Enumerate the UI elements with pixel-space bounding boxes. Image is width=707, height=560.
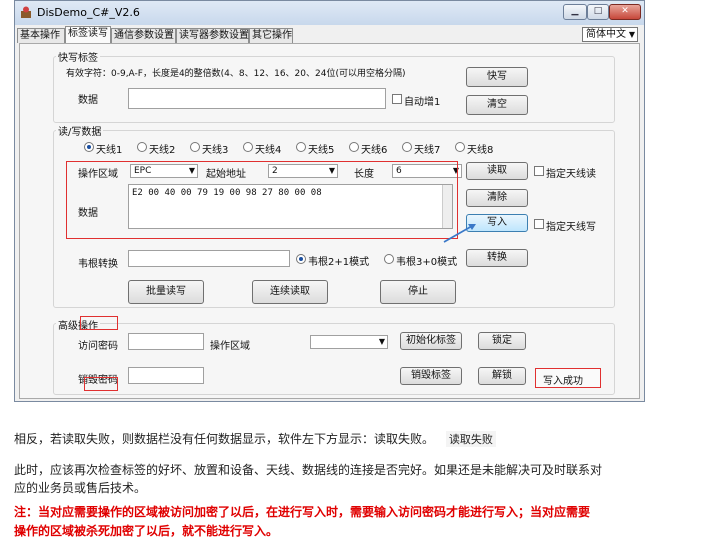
- arrow-icon: [443, 224, 476, 243]
- tab-other[interactable]: 其它操作: [249, 28, 293, 43]
- antenna-label-7: 天线7: [414, 145, 441, 156]
- paragraph-check-line2: 应的业务员或售后技术。: [14, 481, 147, 495]
- antenna-radio-5[interactable]: [296, 142, 306, 152]
- status-box: 写入成功: [535, 368, 601, 388]
- antenna-radio-6[interactable]: [349, 142, 359, 152]
- quick-write-hint: 有效字符：0-9,A-F，长度是4的整倍数(4、8、12、16、20、24位(可…: [66, 69, 406, 79]
- quick-data-input[interactable]: [128, 88, 386, 109]
- language-value: 简体中文: [586, 29, 626, 40]
- lock-button[interactable]: 锁定: [478, 332, 526, 350]
- batch-rw-button[interactable]: 批量读写: [128, 280, 204, 304]
- clear-data-button[interactable]: 清除: [466, 189, 528, 207]
- antenna-radio-1[interactable]: [84, 142, 94, 152]
- antenna-radio-4[interactable]: [243, 142, 253, 152]
- specify-antenna-read-checkbox[interactable]: [534, 166, 544, 176]
- stop-button[interactable]: 停止: [380, 280, 456, 304]
- read-button[interactable]: 读取: [466, 162, 528, 180]
- kill-tag-button[interactable]: 销毁标签: [400, 367, 462, 385]
- note-line1: 注：当对应需要操作的区域被访问加密了以后，在进行写入时，需要输入访问密码才能进行…: [14, 505, 591, 519]
- highlight-box-advanced: [80, 316, 118, 330]
- access-password-label: 访问密码: [78, 341, 118, 352]
- chevron-down-icon: ▼: [628, 30, 635, 39]
- antenna-label-5: 天线5: [308, 145, 335, 156]
- read-write-title: 读/写数据: [56, 123, 104, 138]
- auto-increment-label: 自动增1: [404, 97, 441, 108]
- paragraph-read-fail: 相反，若读取失败，则数据栏没有任何数据显示，软件左下方显示：读取失败。 读取失败: [14, 430, 496, 447]
- quick-write-button[interactable]: 快写: [466, 67, 528, 87]
- adv-area-label: 操作区域: [210, 341, 250, 352]
- highlight-box-kill: [84, 377, 118, 391]
- antenna-label-3: 天线3: [202, 145, 229, 156]
- maximize-button[interactable]: □: [587, 4, 609, 20]
- antenna-label-4: 天线4: [255, 145, 282, 156]
- highlight-box-rw: [66, 161, 458, 239]
- adv-area-select[interactable]: ▼: [310, 335, 388, 349]
- specify-antenna-write-checkbox[interactable]: [534, 219, 544, 229]
- antenna-label-6: 天线6: [361, 145, 388, 156]
- specify-antenna-write-label: 指定天线写: [546, 222, 596, 233]
- antenna-label-1: 天线1: [96, 145, 123, 156]
- tab-tag-rw[interactable]: 标签读写: [65, 26, 111, 44]
- wiegand-input[interactable]: [128, 250, 290, 267]
- unlock-button[interactable]: 解锁: [478, 367, 526, 385]
- antenna-radio-3[interactable]: [190, 142, 200, 152]
- specify-antenna-read-label: 指定天线读: [546, 169, 596, 180]
- window-title: DisDemo_C#_V2.6: [37, 6, 140, 19]
- write-status-text: 写入成功: [543, 376, 583, 387]
- quick-data-label: 数据: [78, 95, 98, 106]
- antenna-label-2: 天线2: [149, 145, 176, 156]
- antenna-radio-2[interactable]: [137, 142, 147, 152]
- minimize-button[interactable]: ▁: [563, 4, 587, 20]
- language-select[interactable]: 简体中文 ▼: [582, 27, 638, 42]
- wiegand-mode2-radio[interactable]: [384, 254, 394, 264]
- tab-panel: 快写标签 有效字符：0-9,A-F，长度是4的整倍数(4、8、12、16、20、…: [19, 43, 640, 399]
- quick-clear-button[interactable]: 清空: [466, 95, 528, 115]
- antenna-radio-8[interactable]: [455, 142, 465, 152]
- tab-strip: 基本操作 标签读写 通信参数设置 读写器参数设置 其它操作: [15, 25, 644, 44]
- paragraph-read-fail-text: 相反，若读取失败，则数据栏没有任何数据显示，软件左下方显示：读取失败。: [14, 432, 435, 446]
- access-password-input[interactable]: [128, 333, 204, 350]
- app-screenshot: DisDemo_C#_V2.6 ▁ □ ✕ 基本操作 标签读写 通信参数设置 读…: [14, 0, 645, 402]
- tab-reader-params[interactable]: 读写器参数设置: [176, 28, 249, 43]
- convert-button[interactable]: 转换: [466, 249, 528, 267]
- chevron-down-icon: ▼: [378, 337, 385, 346]
- wiegand-mode1-radio[interactable]: [296, 254, 306, 264]
- read-fail-status: 读取失败: [445, 431, 496, 447]
- continuous-read-button[interactable]: 连续读取: [252, 280, 328, 304]
- close-button[interactable]: ✕: [609, 4, 641, 20]
- antenna-label-8: 天线8: [467, 145, 494, 156]
- wiegand-mode2-label: 韦根3+0模式: [396, 257, 458, 268]
- antenna-radio-7[interactable]: [402, 142, 412, 152]
- wiegand-mode1-label: 韦根2+1模式: [308, 257, 370, 268]
- quick-write-title: 快写标签: [56, 49, 100, 64]
- tab-basic[interactable]: 基本操作: [17, 28, 65, 43]
- init-tag-button[interactable]: 初始化标签: [400, 332, 462, 350]
- tab-comm-params[interactable]: 通信参数设置: [111, 28, 176, 43]
- auto-increment-checkbox[interactable]: [392, 94, 402, 104]
- note-line2: 操作的区域被杀死加密了以后，就不能进行写入。: [14, 524, 279, 538]
- app-icon: [21, 6, 31, 18]
- title-bar: DisDemo_C#_V2.6 ▁ □ ✕: [15, 1, 644, 25]
- kill-password-input[interactable]: [128, 367, 204, 384]
- paragraph-check-line1: 此时，应该再次检查标签的好坏、放置和设备、天线、数据线的连接是否完好。如果还是未…: [14, 463, 603, 477]
- wiegand-label: 韦根转换: [78, 259, 118, 270]
